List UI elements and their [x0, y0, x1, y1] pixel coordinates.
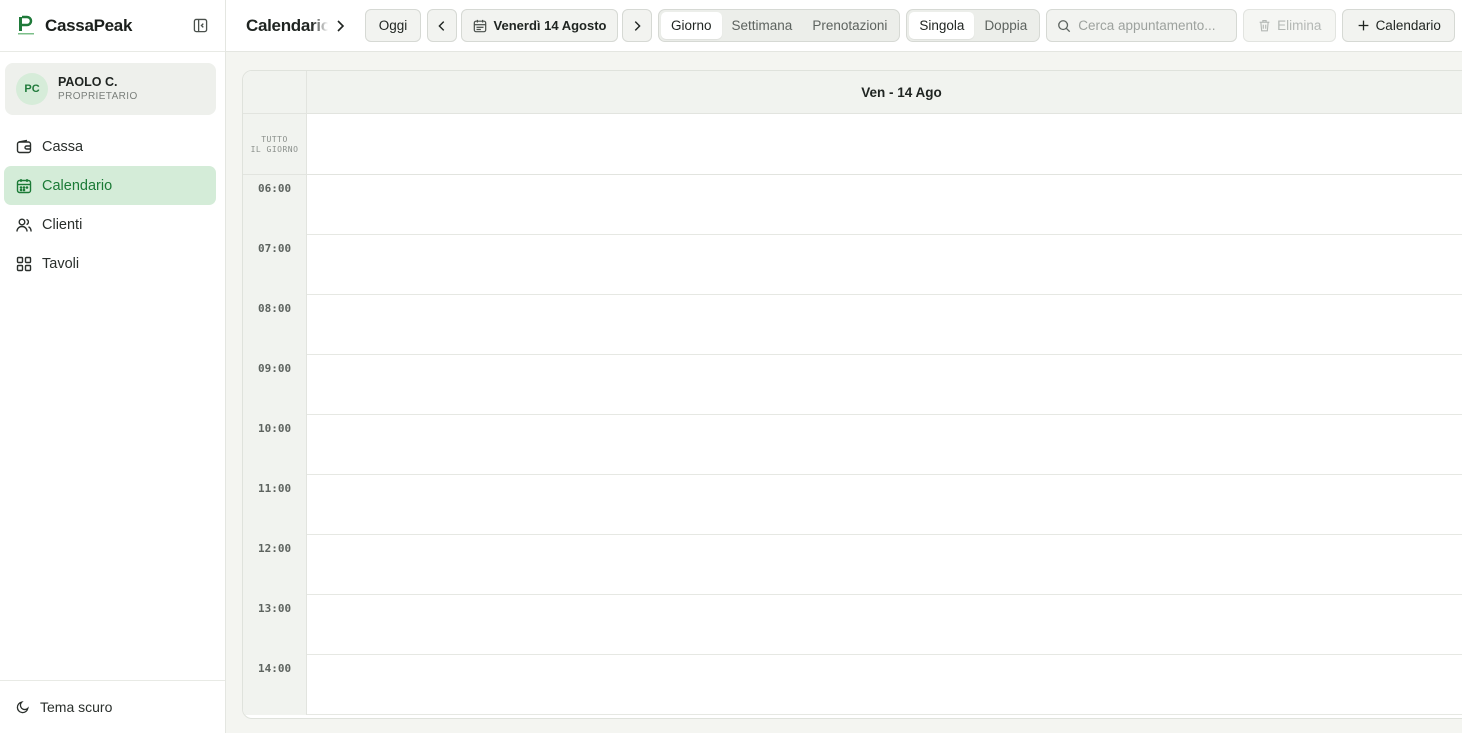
- hour-label: 11:00: [243, 475, 307, 535]
- tab-doppia[interactable]: Doppia: [974, 12, 1037, 39]
- today-button[interactable]: Oggi: [365, 9, 421, 42]
- hour-row: 14:00: [243, 655, 1462, 715]
- hour-label: 14:00: [243, 655, 307, 715]
- moon-icon: [16, 700, 30, 714]
- hour-row: 07:00: [243, 235, 1462, 295]
- brand-logo-icon: [16, 15, 36, 37]
- sidebar-item-tavoli[interactable]: Tavoli: [4, 244, 216, 283]
- calendar-icon: [473, 19, 487, 33]
- user-card[interactable]: PC PAOLO C. PROPRIETARIO: [5, 63, 216, 115]
- chevron-left-icon: [435, 19, 449, 33]
- hour-row: 08:00: [243, 295, 1462, 355]
- sidebar-item-calendario[interactable]: Calendario: [4, 166, 216, 205]
- sidebar-item-label: Clienti: [42, 216, 83, 233]
- sidebar-item-label: Calendario: [42, 177, 113, 194]
- hour-label: 08:00: [243, 295, 307, 355]
- layout-switcher: Singola Doppia: [906, 9, 1041, 42]
- delete-label: Elimina: [1277, 18, 1322, 33]
- hour-label: 12:00: [243, 535, 307, 595]
- hour-row: 13:00: [243, 595, 1462, 655]
- time-slot[interactable]: [307, 415, 1462, 475]
- time-slot[interactable]: [307, 295, 1462, 355]
- calendar-corner: [243, 71, 307, 114]
- time-slot[interactable]: [307, 175, 1462, 235]
- hour-row: 12:00: [243, 535, 1462, 595]
- search-input[interactable]: [1078, 18, 1229, 33]
- view-switcher: Giorno Settimana Prenotazioni: [658, 9, 901, 42]
- calendar-icon: [16, 178, 32, 194]
- all-day-label-line2: IL GIORNO: [250, 145, 299, 154]
- grid-icon: [16, 256, 32, 272]
- chevron-right-icon[interactable]: [332, 18, 348, 34]
- user-name: PAOLO C.: [58, 74, 118, 89]
- time-slot[interactable]: [307, 235, 1462, 295]
- prev-day-button[interactable]: [427, 9, 457, 42]
- sidebar-item-cassa[interactable]: Cassa: [4, 127, 216, 166]
- toolbar: Calendario Oggi Venerdì 14 Agosto Giorno…: [226, 0, 1462, 52]
- hour-label: 13:00: [243, 595, 307, 655]
- sidebar-item-label: Cassa: [42, 138, 84, 155]
- search-box: [1046, 9, 1238, 42]
- all-day-label: TUTTO IL GIORNO: [243, 114, 307, 174]
- users-icon: [16, 217, 32, 233]
- hour-row: 10:00: [243, 415, 1462, 475]
- next-day-button[interactable]: [622, 9, 652, 42]
- sidebar-item-label: Tavoli: [42, 255, 80, 272]
- add-calendar-label: Calendario: [1375, 18, 1441, 33]
- calendar-header: Ven - 14 Ago: [243, 71, 1462, 114]
- all-day-row: TUTTO IL GIORNO: [243, 114, 1462, 175]
- date-label: Venerdì 14 Agosto: [493, 18, 607, 33]
- avatar: PC: [16, 73, 48, 105]
- sidebar-nav: Cassa Calendario Clienti Tavoli: [0, 127, 225, 283]
- plus-icon: [1357, 19, 1370, 32]
- delete-button[interactable]: Elimina: [1243, 9, 1337, 42]
- theme-toggle[interactable]: Tema scuro: [0, 680, 225, 733]
- tab-giorno[interactable]: Giorno: [661, 12, 722, 39]
- hour-row: 11:00: [243, 475, 1462, 535]
- sidebar-collapse-icon[interactable]: [191, 17, 209, 35]
- brand-header: CassaPeak: [0, 0, 225, 52]
- brand-name: CassaPeak: [45, 15, 133, 35]
- hour-label: 10:00: [243, 415, 307, 475]
- time-slot[interactable]: [307, 595, 1462, 655]
- hour-label: 09:00: [243, 355, 307, 415]
- tab-singola[interactable]: Singola: [909, 12, 975, 39]
- hour-grid: 06:00 07:00 08:00 09:00 10:00 11:00 12:00 13:00…: [243, 175, 1462, 718]
- all-day-label-line1: TUTTO: [261, 135, 288, 144]
- time-slot[interactable]: [307, 535, 1462, 595]
- tab-settimana[interactable]: Settimana: [722, 12, 803, 39]
- add-calendar-button[interactable]: Calendario: [1342, 9, 1456, 42]
- sidebar: CassaPeak PC PAOLO C. PROPRIETARIO Cassa…: [0, 0, 226, 733]
- hour-row: 06:00: [243, 175, 1462, 235]
- date-picker-button[interactable]: Venerdì 14 Agosto: [461, 9, 618, 42]
- time-slot[interactable]: [307, 655, 1462, 715]
- time-slot[interactable]: [307, 475, 1462, 535]
- time-slot[interactable]: [307, 355, 1462, 415]
- sidebar-item-clienti[interactable]: Clienti: [4, 205, 216, 244]
- chevron-right-icon: [630, 19, 644, 33]
- theme-toggle-label: Tema scuro: [40, 699, 113, 715]
- tab-prenotazioni[interactable]: Prenotazioni: [802, 12, 897, 39]
- day-calendar: Ven - 14 Ago TUTTO IL GIORNO 06:00 07:00 0…: [242, 70, 1462, 719]
- hour-label: 07:00: [243, 235, 307, 295]
- hour-row: 09:00: [243, 355, 1462, 415]
- trash-icon: [1258, 19, 1271, 32]
- user-role: PROPRIETARIO: [58, 90, 138, 102]
- page-title: Calendario: [246, 15, 328, 35]
- hour-label: 06:00: [243, 175, 307, 235]
- wallet-icon: [16, 139, 32, 155]
- search-icon: [1057, 19, 1071, 33]
- day-header: Ven - 14 Ago: [861, 85, 942, 100]
